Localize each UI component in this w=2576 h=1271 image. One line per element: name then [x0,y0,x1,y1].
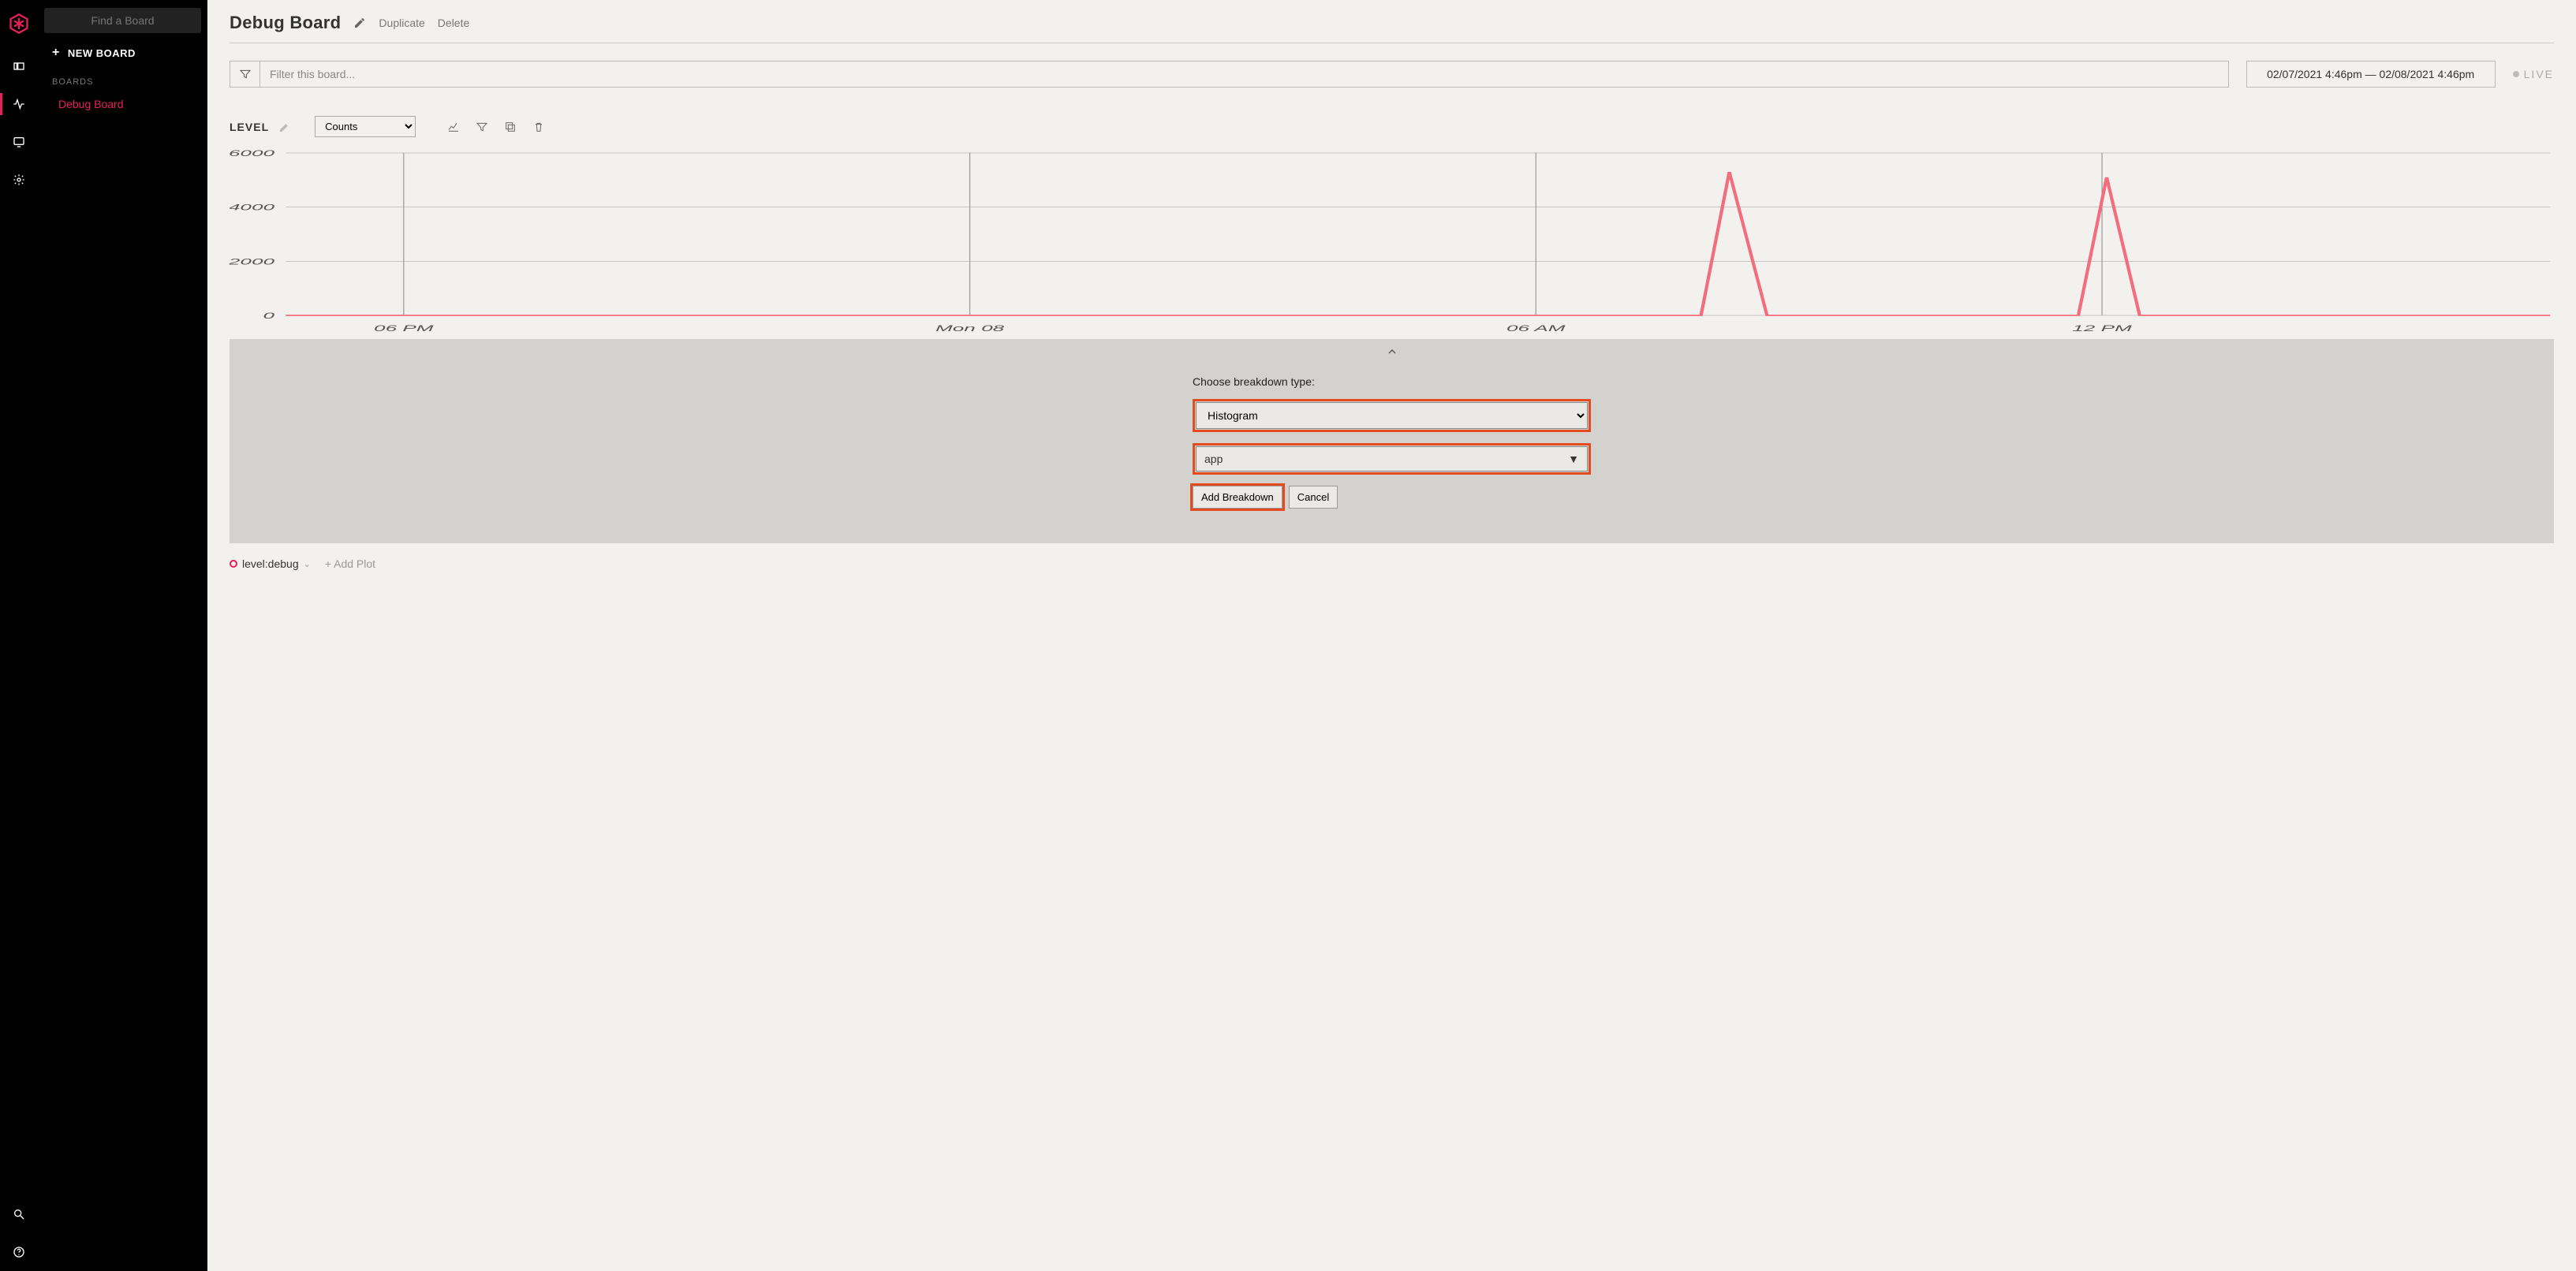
svg-text:2000: 2000 [230,257,274,266]
live-label: LIVE [2524,68,2554,80]
delete-link[interactable]: Delete [438,17,469,29]
live-indicator[interactable]: LIVE [2513,68,2554,80]
app-logo [8,13,30,35]
cancel-button[interactable]: Cancel [1289,486,1338,509]
find-board-input[interactable] [44,8,201,33]
nav-activity-icon[interactable] [0,85,38,123]
boards-heading: BOARDS [44,77,201,87]
breakdown-panel: Choose breakdown type: Histogram app ▼ A… [230,339,2554,543]
svg-text:12 PM: 12 PM [2072,324,2132,334]
add-plot-button[interactable]: + Add Plot [325,557,375,570]
svg-text:Mon 08: Mon 08 [935,324,1005,334]
nav-layouts-icon[interactable] [0,47,38,85]
svg-text:4000: 4000 [230,203,274,212]
add-breakdown-button[interactable]: Add Breakdown [1193,486,1282,509]
icon-rail [0,0,38,1271]
main-content: Debug Board Duplicate Delete 02/07/2021 … [207,0,2576,1271]
filter-board-input[interactable] [259,61,2229,88]
plot-footer: level:debug ⌄ + Add Plot [230,557,2554,570]
caret-down-icon: ▼ [1568,453,1579,465]
new-board-button[interactable]: + NEW BOARD [44,41,201,65]
plot-header: LEVEL Counts [230,116,2554,137]
legend-item[interactable]: level:debug ⌄ [230,557,311,570]
plot-copy-icon[interactable] [504,121,517,133]
plus-icon: + [52,46,60,60]
edit-title-icon[interactable] [353,17,366,29]
breakdown-field-select[interactable]: app ▼ [1196,446,1588,472]
sidebar: + NEW BOARD BOARDS Debug Board [38,0,207,1271]
filter-row: 02/07/2021 4:46pm — 02/08/2021 4:46pm LI… [230,61,2554,88]
plot-delete-icon[interactable] [532,121,545,133]
plot-mode-select[interactable]: Counts [315,116,416,137]
breakdown-field-value: app [1204,453,1223,465]
nav-monitor-icon[interactable] [0,123,38,161]
board-title: Debug Board [230,13,341,33]
nav-settings-icon[interactable] [0,161,38,199]
breakdown-label: Choose breakdown type: [1193,375,1591,388]
plot-title: LEVEL [230,121,269,133]
svg-text:6000: 6000 [230,150,274,158]
svg-text:06 PM: 06 PM [374,324,434,334]
breakdown-type-select[interactable]: Histogram [1196,402,1588,429]
plot-filter-icon[interactable] [476,121,488,133]
chevron-down-icon: ⌄ [304,559,311,569]
duplicate-link[interactable]: Duplicate [379,17,424,29]
plot-chart-type-icon[interactable] [447,121,460,133]
sidebar-board-item[interactable]: Debug Board [44,95,201,114]
legend-label: level:debug [242,557,299,570]
legend-dot-icon [230,560,237,568]
panel-collapse-icon[interactable] [1386,345,1398,362]
live-dot-icon [2513,71,2519,77]
svg-text:06 AM: 06 AM [1506,324,1566,334]
chart: 0 2000 4000 6000 06 PM Mon 08 06 AM 12 PM [230,150,2554,339]
new-board-label: NEW BOARD [68,47,136,59]
date-range-picker[interactable]: 02/07/2021 4:46pm — 02/08/2021 4:46pm [2246,61,2496,88]
nav-search-icon[interactable] [0,1195,38,1233]
filter-icon[interactable] [230,61,259,88]
board-header: Debug Board Duplicate Delete [230,0,2554,43]
nav-help-icon[interactable] [0,1233,38,1271]
svg-text:0: 0 [263,311,274,321]
plot-title-edit-icon[interactable] [278,121,291,133]
